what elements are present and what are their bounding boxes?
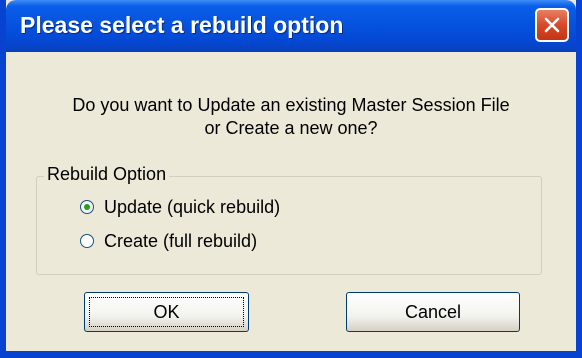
close-icon <box>544 17 560 33</box>
group-legend: Rebuild Option <box>44 164 170 185</box>
cancel-button[interactable]: Cancel <box>346 292 520 332</box>
radio-create-label: Create (full rebuild) <box>104 230 258 251</box>
radio-create[interactable]: Create (full rebuild) <box>80 229 257 253</box>
rebuild-option-group <box>36 176 542 275</box>
focus-ring <box>89 297 244 327</box>
radio-create-indicator[interactable] <box>80 234 94 248</box>
close-button[interactable] <box>535 8 569 42</box>
radio-update-label: Update (quick rebuild) <box>104 196 281 217</box>
title-bar[interactable]: Please select a rebuild option <box>6 0 576 52</box>
ok-button[interactable]: OK <box>84 292 249 332</box>
radio-update[interactable]: Update (quick rebuild) <box>80 195 280 219</box>
cancel-button-label: Cancel <box>404 301 462 322</box>
message-line-2: or Create a new one? <box>204 118 378 138</box>
window-bottom-border <box>6 351 576 358</box>
dialog-message: Do you want to Update an existing Master… <box>6 94 576 140</box>
dialog-title: Please select a rebuild option <box>20 12 344 38</box>
radio-update-indicator[interactable] <box>80 200 94 214</box>
dialog-window: Please select a rebuild option Do you wa… <box>0 0 582 358</box>
message-line-1: Do you want to Update an existing Master… <box>72 95 510 115</box>
